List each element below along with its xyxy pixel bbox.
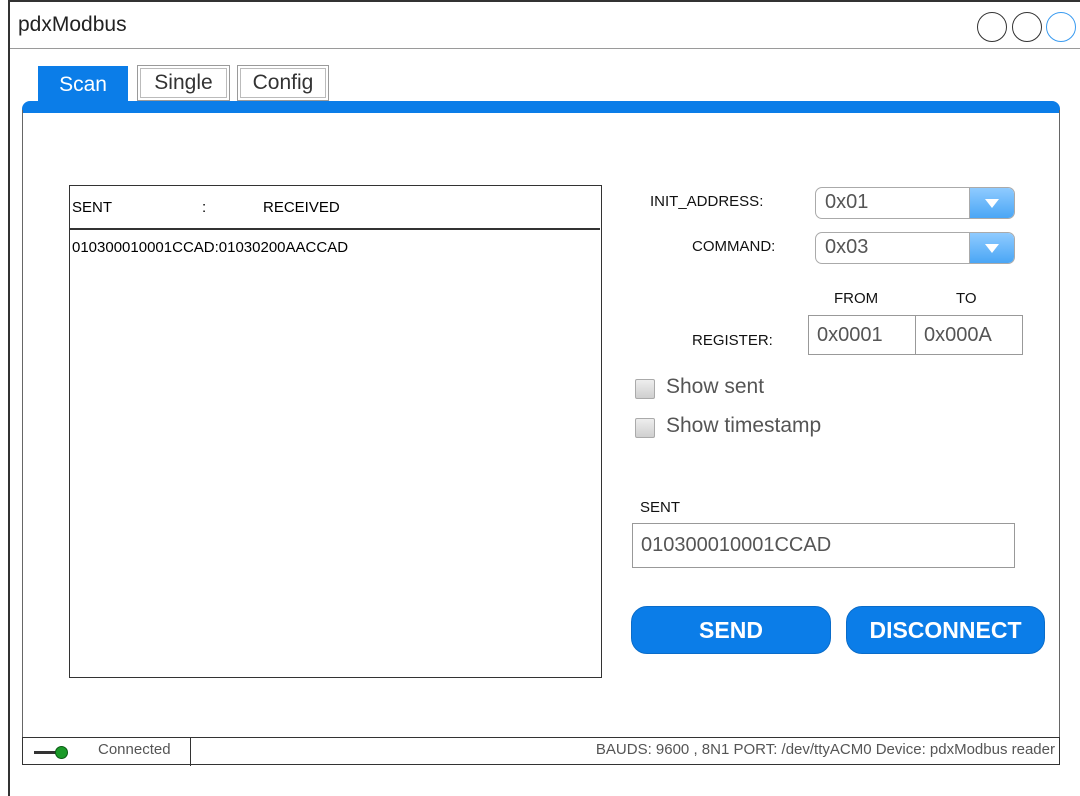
register-label: REGISTER:: [692, 332, 773, 349]
init-address-select[interactable]: 0x01: [815, 187, 1015, 219]
window-border-top: [8, 0, 1080, 2]
connection-info: BAUDS: 9600 , 8N1 PORT: /dev/ttyACM0 Dev…: [595, 741, 1055, 758]
tab-scan[interactable]: Scan: [38, 66, 128, 104]
init-address-value: 0x01: [825, 191, 869, 213]
sent-label: SENT: [640, 499, 681, 516]
tab-single[interactable]: Single: [137, 65, 230, 101]
register-to-label: TO: [956, 290, 977, 307]
show-timestamp-label: Show timestamp: [666, 414, 822, 437]
log-line: 010300010001CCAD:01030200AACCAD: [72, 239, 349, 256]
register-from-input[interactable]: 0x0001: [808, 315, 916, 355]
sent-input[interactable]: 010300010001CCAD: [632, 523, 1015, 568]
log-header-separator: :: [202, 199, 207, 216]
log-header-sent: SENT: [72, 199, 113, 216]
maximize-button[interactable]: [1012, 12, 1042, 42]
show-timestamp-checkbox[interactable]: [635, 418, 655, 438]
command-label: COMMAND:: [692, 238, 776, 255]
log-header-received: RECEIVED: [263, 199, 340, 216]
close-button[interactable]: [1046, 12, 1076, 42]
window-border-left: [8, 0, 10, 796]
chevron-down-icon[interactable]: [969, 233, 1014, 263]
chevron-down-icon[interactable]: [969, 188, 1014, 218]
log-header: SENT : RECEIVED: [70, 186, 600, 230]
init-address-label: INIT_ADDRESS:: [650, 193, 764, 210]
connection-status-icon: [55, 746, 68, 759]
minimize-button[interactable]: [977, 12, 1007, 42]
command-value: 0x03: [825, 236, 869, 258]
register-from-label: FROM: [834, 290, 879, 307]
status-bar: Connected BAUDS: 9600 , 8N1 PORT: /dev/t…: [22, 737, 1060, 766]
register-to-input[interactable]: 0x000A: [915, 315, 1023, 355]
send-button[interactable]: SEND: [631, 606, 831, 654]
connection-status-text: Connected: [98, 741, 171, 758]
app-title: pdxModbus: [18, 13, 127, 36]
show-sent-checkbox[interactable]: [635, 379, 655, 399]
titlebar-divider: [10, 48, 1080, 49]
tab-config[interactable]: Config: [237, 65, 329, 101]
disconnect-button[interactable]: DISCONNECT: [846, 606, 1045, 654]
status-divider: [190, 738, 191, 766]
show-sent-label: Show sent: [666, 375, 765, 398]
message-log[interactable]: SENT : RECEIVED 010300010001CCAD:0103020…: [69, 185, 602, 678]
command-select[interactable]: 0x03: [815, 232, 1015, 264]
